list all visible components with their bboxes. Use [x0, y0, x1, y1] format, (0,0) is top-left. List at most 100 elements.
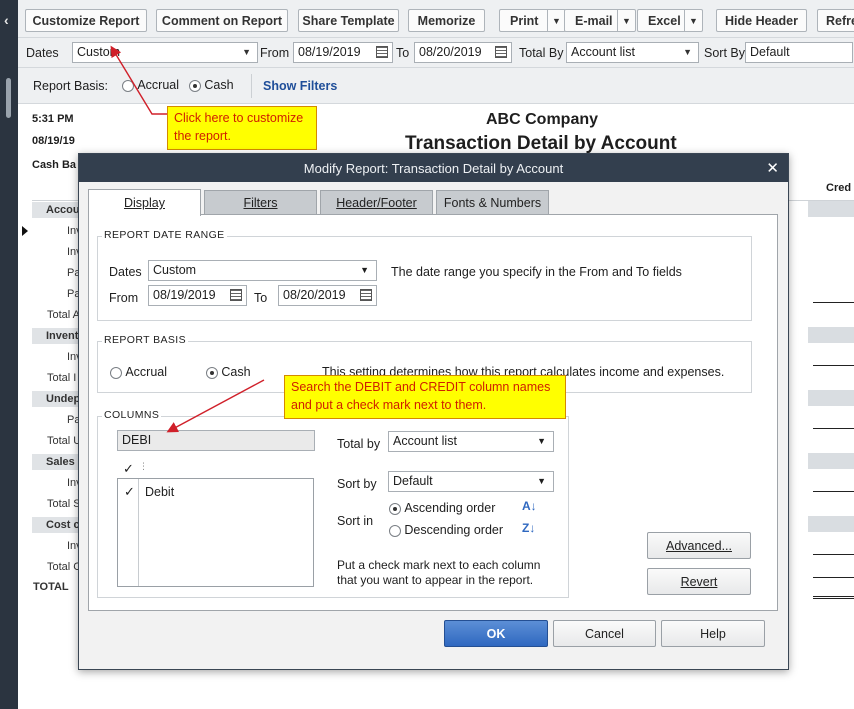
accrual-radio[interactable]: Accrual — [122, 78, 179, 92]
refresh-button[interactable]: Refre — [817, 9, 854, 32]
column-debit-checkmark[interactable]: ✓ — [124, 484, 135, 500]
revert-label: Revert — [680, 574, 718, 589]
print-dropdown-icon[interactable]: ▼ — [547, 10, 565, 31]
show-filters-link[interactable]: Show Filters — [263, 79, 337, 93]
tab-filters[interactable]: Filters — [204, 190, 317, 215]
advanced-button[interactable]: Advanced... — [647, 532, 751, 559]
comment-on-report-button[interactable]: Comment on Report — [156, 9, 288, 32]
collapse-chevron-icon[interactable]: ‹ — [4, 12, 9, 28]
dialog-total-by-select[interactable]: Account list ▼ — [388, 431, 554, 452]
calendar-icon[interactable] — [360, 289, 372, 301]
total-line — [813, 577, 854, 578]
calendar-icon[interactable] — [230, 289, 242, 301]
column-resize-handle[interactable]: ⋮ — [139, 461, 148, 472]
calendar-icon[interactable] — [495, 46, 507, 58]
scrollbar-thumb[interactable] — [6, 78, 11, 118]
dialog-accrual-radio[interactable]: Accrual — [110, 365, 167, 379]
comment-on-report-label: Comment on Report — [161, 13, 283, 28]
memorize-button[interactable]: Memorize — [408, 9, 485, 32]
report-title: Transaction Detail by Account — [405, 133, 677, 154]
tab-display-label: Display — [124, 196, 165, 210]
sort-ascending-icon: A↓ — [522, 499, 537, 513]
dialog-from-date-input[interactable]: 08/19/2019 — [148, 285, 247, 306]
dialog-from-date-value: 08/19/2019 — [153, 288, 216, 302]
help-button[interactable]: Help — [661, 620, 765, 647]
email-dropdown-icon[interactable]: ▼ — [617, 10, 635, 31]
dates-value: Custom — [77, 45, 121, 59]
total-by-select[interactable]: Account list ▼ — [566, 42, 699, 63]
report-date: 08/19/19 — [32, 135, 75, 147]
tab-display[interactable]: Display — [88, 189, 201, 216]
total-by-label: Total By — [519, 46, 564, 60]
close-icon[interactable]: ✕ — [766, 159, 779, 177]
row-band — [808, 516, 854, 532]
excel-dropdown-icon[interactable]: ▼ — [684, 10, 702, 31]
dialog-cash-radio-icon[interactable] — [206, 366, 218, 379]
cash-radio-icon[interactable] — [189, 79, 201, 92]
customize-callout-text: Click here to customize the report. — [174, 111, 304, 143]
print-button[interactable]: Print ▼ — [499, 9, 566, 32]
column-debit-name[interactable]: Debit — [145, 485, 174, 499]
ascending-radio[interactable]: Ascending order — [389, 501, 495, 515]
columns-list[interactable]: ✓ Debit — [117, 478, 314, 587]
customize-report-button[interactable]: Customize Report — [25, 9, 147, 32]
revert-button[interactable]: Revert — [647, 568, 751, 595]
ascending-radio-icon[interactable] — [389, 502, 401, 515]
dialog-cash-radio[interactable]: Cash — [206, 365, 251, 379]
total-line — [813, 554, 854, 555]
to-date-value: 08/20/2019 — [419, 45, 482, 59]
cancel-button[interactable]: Cancel — [553, 620, 656, 647]
column-search-input[interactable]: DEBI — [117, 430, 315, 451]
tab-fonts-numbers-label: Fonts & Numbers — [443, 196, 542, 210]
report-basis-label: Report Basis: — [33, 79, 109, 93]
dialog-title: Modify Report: Transaction Detail by Acc… — [303, 160, 564, 176]
sort-by-select[interactable]: Default — [745, 42, 853, 63]
sort-by-value: Default — [750, 45, 790, 59]
row-band — [808, 390, 854, 406]
calendar-icon[interactable] — [376, 46, 388, 58]
share-template-button[interactable]: Share Template — [298, 9, 399, 32]
total-line — [813, 365, 854, 366]
dialog-dates-label: Dates — [109, 265, 142, 279]
report-basis-bar: Report Basis: Accrual Cash Show Filters — [18, 68, 854, 104]
email-button[interactable]: E-mail ▼ — [564, 9, 636, 32]
dialog-title-bar[interactable]: Modify Report: Transaction Detail by Acc… — [79, 154, 788, 182]
column-search-value: DEBI — [122, 433, 152, 447]
dialog-sort-by-select[interactable]: Default ▼ — [388, 471, 554, 492]
row-band — [808, 327, 854, 343]
date-range-note: The date range you specify in the From a… — [391, 265, 682, 279]
to-label: To — [396, 46, 410, 60]
print-label: Print — [510, 13, 539, 28]
dialog-dates-dropdown-icon: ▼ — [360, 265, 369, 275]
dialog-sort-by-value: Default — [393, 474, 433, 488]
tab-header-footer[interactable]: Header/Footer — [320, 190, 433, 215]
excel-button[interactable]: Excel ▼ — [637, 9, 703, 32]
row-band — [808, 453, 854, 469]
hide-header-button[interactable]: Hide Header — [716, 9, 807, 32]
dates-label: Dates — [26, 46, 59, 60]
from-date-input[interactable]: 08/19/2019 — [293, 42, 393, 63]
dialog-accrual-radio-icon[interactable] — [110, 366, 122, 379]
to-date-input[interactable]: 08/20/2019 — [414, 42, 512, 63]
descending-radio[interactable]: Descending order — [389, 523, 503, 537]
cash-radio[interactable]: Cash — [189, 78, 234, 92]
tab-fonts-numbers[interactable]: Fonts & Numbers — [436, 190, 549, 215]
columns-help-text: Put a check mark next to each column tha… — [337, 558, 541, 587]
total-line — [813, 302, 854, 303]
dialog-total-by-dropdown-icon: ▼ — [537, 436, 546, 446]
descending-label: Descending order — [404, 523, 504, 537]
share-template-label: Share Template — [302, 13, 395, 28]
ok-button[interactable]: OK — [444, 620, 548, 647]
dates-select[interactable]: Custom ▼ — [72, 42, 258, 63]
total-line — [813, 428, 854, 429]
email-label: E-mail — [575, 13, 613, 28]
search-callout: Search the DEBIT and CREDIT column names… — [284, 375, 566, 419]
dialog-to-date-input[interactable]: 08/20/2019 — [278, 285, 377, 306]
dialog-total-by-label: Total by — [337, 437, 381, 451]
dialog-dates-select[interactable]: Custom ▼ — [148, 260, 377, 281]
dialog-dates-value: Custom — [153, 263, 197, 277]
credit-column-header: Cred — [826, 182, 852, 194]
customize-callout: Click here to customize the report. — [167, 106, 317, 150]
accrual-radio-icon[interactable] — [122, 79, 134, 92]
descending-radio-icon[interactable] — [389, 524, 401, 537]
